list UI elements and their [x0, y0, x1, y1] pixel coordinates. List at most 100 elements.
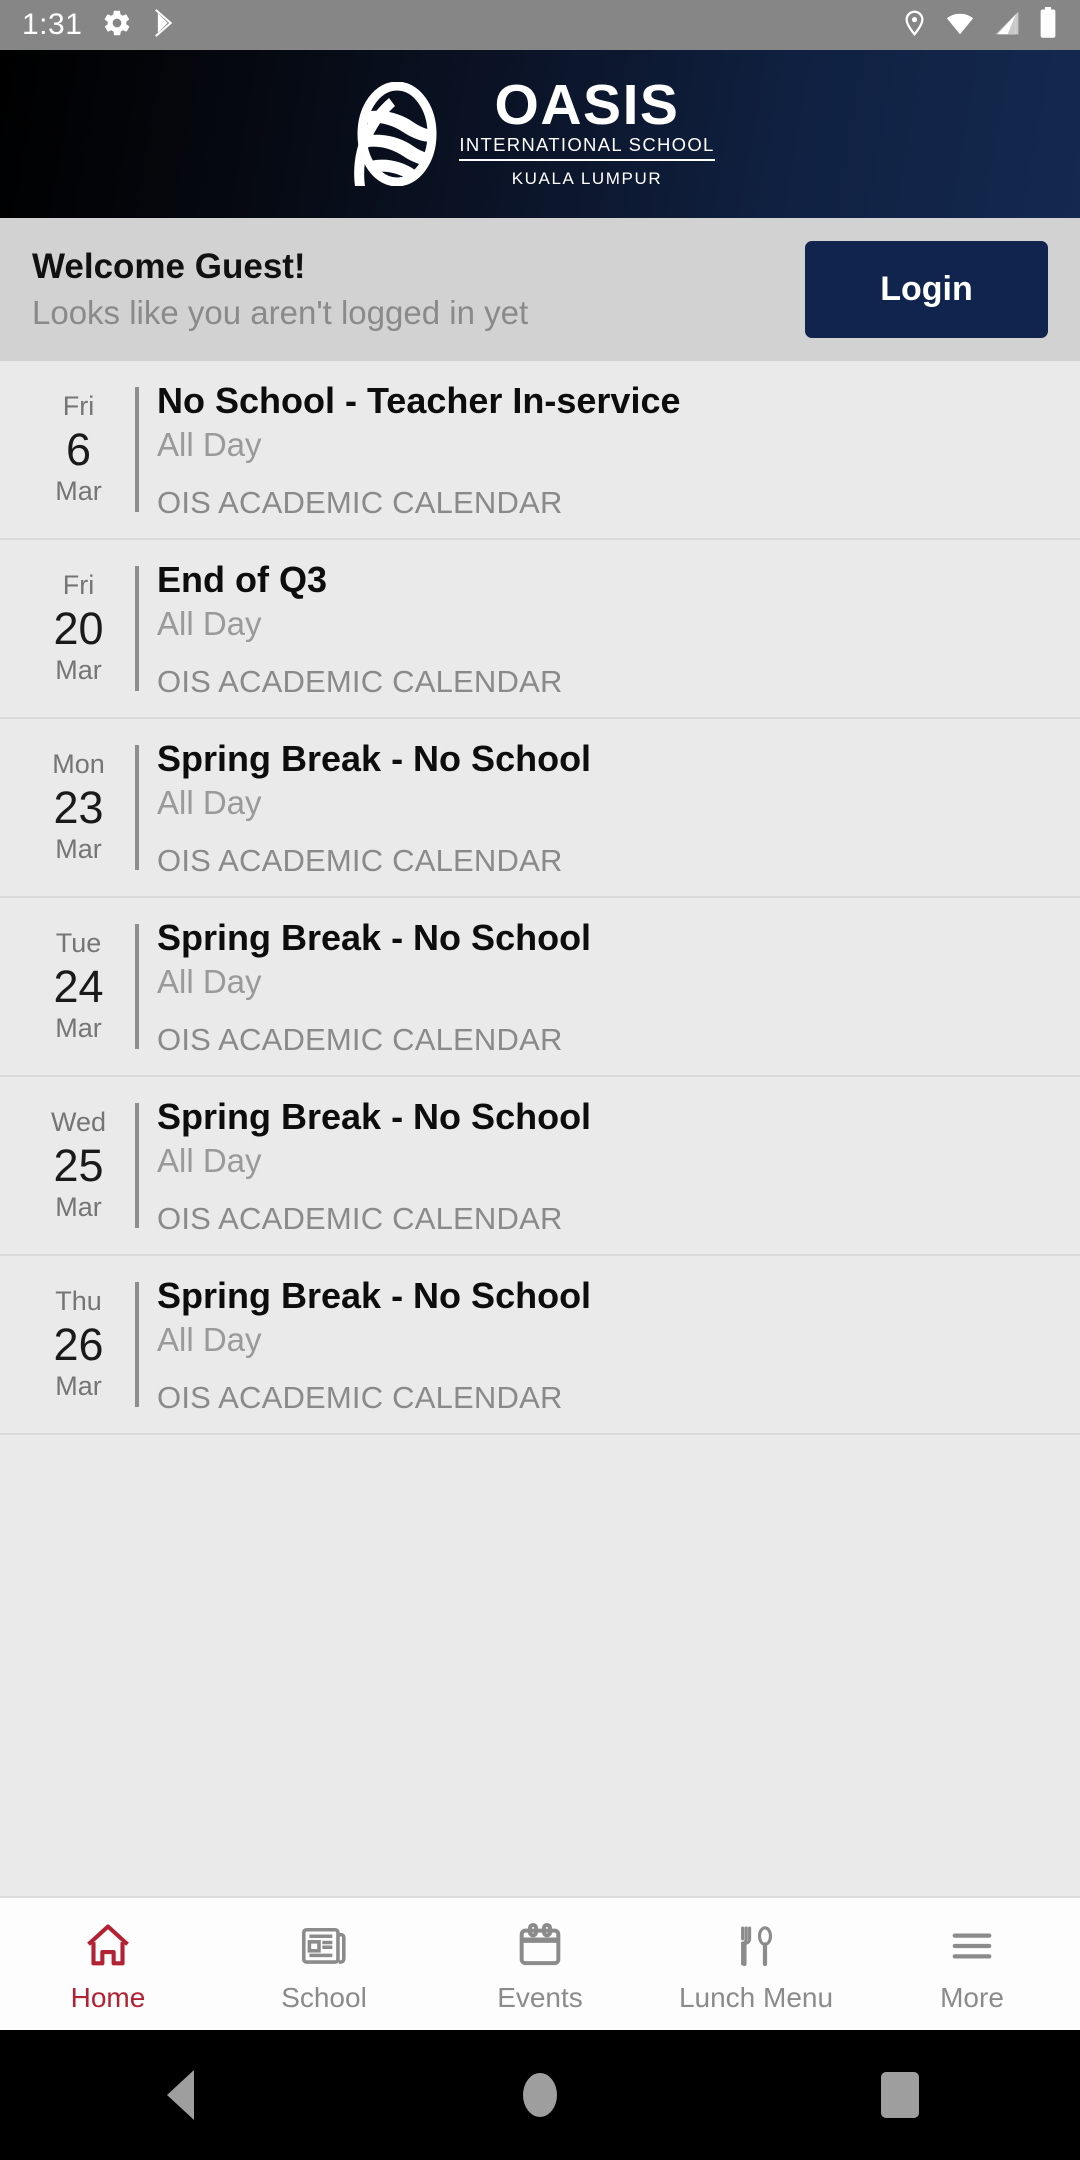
- android-recents-button[interactable]: [720, 2072, 1080, 2118]
- event-title: End of Q3: [157, 558, 327, 600]
- cutlery-icon: [734, 1917, 778, 1975]
- event-time: All Day: [157, 1320, 262, 1358]
- gear-icon: [102, 8, 132, 43]
- event-time: All Day: [157, 604, 262, 642]
- hamburger-icon: [944, 1917, 1000, 1975]
- event-day-number: 20: [53, 602, 104, 654]
- status-bar: 1:31: [0, 0, 1080, 50]
- event-date: Fri 6 Mar: [22, 361, 135, 538]
- event-time: All Day: [157, 425, 262, 463]
- event-day-of-week: Mon: [52, 748, 105, 779]
- event-month: Mar: [55, 1192, 102, 1223]
- welcome-text-group: Welcome Guest! Looks like you aren't log…: [32, 247, 528, 332]
- event-details: Spring Break - No School All Day OIS ACADE…: [139, 1256, 1058, 1433]
- event-calendar-name: OIS ACADEMIC CALENDAR: [157, 484, 563, 520]
- logo-subtitle: INTERNATIONAL SCHOOL: [459, 135, 715, 162]
- event-calendar-name: OIS ACADEMIC CALENDAR: [157, 663, 563, 699]
- welcome-bar: Welcome Guest! Looks like you aren't log…: [0, 218, 1080, 361]
- event-day-of-week: Thu: [55, 1285, 102, 1316]
- play-store-icon: [152, 8, 182, 43]
- welcome-subtitle: Looks like you aren't logged in yet: [32, 294, 529, 331]
- event-time: All Day: [157, 962, 262, 1000]
- home-circle-icon: [523, 2073, 557, 2117]
- event-row[interactable]: Tue 24 Mar Spring Break - No School All Day O…: [0, 898, 1080, 1077]
- school-logo-text: OASIS INTERNATIONAL SCHOOL KUALA LUMPUR: [459, 72, 715, 190]
- event-day-number: 23: [53, 781, 104, 833]
- event-calendar-name: OIS ACADEMIC CALENDAR: [157, 1021, 563, 1057]
- bottom-tab-bar[interactable]: Home School Events Lunch Menu More: [0, 1896, 1080, 2030]
- event-day-of-week: Tue: [55, 927, 102, 958]
- event-month: Mar: [55, 476, 102, 507]
- event-month: Mar: [55, 655, 102, 686]
- tab-label: Home: [70, 1981, 146, 2013]
- logo-city: KUALA LUMPUR: [511, 169, 663, 189]
- cell-signal-icon: [992, 8, 1022, 43]
- android-home-button[interactable]: [360, 2073, 720, 2117]
- event-day-of-week: Fri: [62, 390, 95, 421]
- event-date: Thu 26 Mar: [22, 1256, 135, 1433]
- event-details: Spring Break - No School All Day OIS ACADE…: [139, 719, 1058, 896]
- recents-square-icon: [881, 2072, 919, 2118]
- tab-label: Events: [497, 1981, 583, 2013]
- event-calendar-name: OIS ACADEMIC CALENDAR: [157, 842, 563, 878]
- event-day-of-week: Wed: [50, 1106, 107, 1137]
- event-row[interactable]: Fri 6 Mar No School - Teacher In-service All…: [0, 361, 1080, 540]
- app-screen: 1:31 OASIS INTERNATIONAL SCHOOL KUALA LU…: [0, 0, 1080, 2160]
- event-date: Mon 23 Mar: [22, 719, 135, 896]
- event-date: Fri 20 Mar: [22, 540, 135, 717]
- event-details: Spring Break - No School All Day OIS ACADE…: [139, 1077, 1058, 1254]
- event-time: All Day: [157, 1141, 262, 1179]
- wifi-icon: [944, 8, 976, 43]
- event-day-number: 25: [53, 1139, 104, 1191]
- event-details: Spring Break - No School All Day OIS ACADE…: [139, 898, 1058, 1075]
- event-title: Spring Break - No School: [157, 737, 592, 779]
- status-bar-clock: 1:31: [22, 8, 83, 41]
- logo-primary-name: OASIS: [494, 72, 680, 137]
- event-row[interactable]: Mon 23 Mar Spring Break - No School All Day O…: [0, 719, 1080, 898]
- welcome-title: Welcome Guest!: [32, 247, 306, 286]
- event-title: No School - Teacher In-service: [157, 379, 681, 421]
- tab-home[interactable]: Home: [0, 1898, 216, 2030]
- event-day-number: 6: [65, 423, 92, 475]
- event-title: Spring Break - No School: [157, 916, 592, 958]
- tab-label: Lunch Menu: [678, 1981, 834, 2013]
- event-title: Spring Break - No School: [157, 1095, 592, 1137]
- event-row[interactable]: Fri 20 Mar End of Q3 All Day OIS ACADEMIC CAL…: [0, 540, 1080, 719]
- status-bar-right: [901, 6, 1058, 44]
- app-header: OASIS INTERNATIONAL SCHOOL KUALA LUMPUR: [0, 50, 1080, 218]
- event-month: Mar: [55, 834, 102, 865]
- event-date: Tue 24 Mar: [22, 898, 135, 1075]
- android-navigation-bar: [0, 2030, 1080, 2160]
- event-time: All Day: [157, 783, 262, 821]
- tab-more[interactable]: More: [864, 1898, 1080, 2030]
- status-bar-left: 1:31: [22, 8, 182, 43]
- location-pin-icon: [901, 8, 928, 43]
- event-calendar-name: OIS ACADEMIC CALENDAR: [157, 1379, 563, 1415]
- calendar-icon: [515, 1917, 565, 1975]
- event-month: Mar: [55, 1013, 102, 1044]
- event-day-number: 24: [53, 960, 104, 1012]
- event-list[interactable]: Fri 6 Mar No School - Teacher In-service All…: [0, 361, 1080, 1896]
- tab-label: More: [940, 1981, 1004, 2013]
- event-month: Mar: [55, 1371, 102, 1402]
- tab-label: School: [281, 1981, 367, 2013]
- home-icon: [80, 1917, 136, 1975]
- tab-events[interactable]: Events: [432, 1898, 648, 2030]
- newspaper-icon: [297, 1917, 351, 1975]
- event-details: End of Q3 All Day OIS ACADEMIC CALENDAR: [139, 540, 1058, 717]
- school-logo: OASIS INTERNATIONAL SCHOOL KUALA LUMPUR: [349, 72, 715, 190]
- event-row[interactable]: Wed 25 Mar Spring Break - No School All Day O…: [0, 1077, 1080, 1256]
- tab-school[interactable]: School: [216, 1898, 432, 2030]
- battery-icon: [1038, 6, 1058, 44]
- event-details: No School - Teacher In-service All Day OIS…: [139, 361, 1058, 538]
- android-back-button[interactable]: [0, 2070, 360, 2120]
- login-button[interactable]: Login: [805, 241, 1048, 338]
- event-title: Spring Break - No School: [157, 1274, 592, 1316]
- back-triangle-icon: [166, 2070, 194, 2120]
- tab-lunch-menu[interactable]: Lunch Menu: [648, 1898, 864, 2030]
- event-row[interactable]: Thu 26 Mar Spring Break - No School All Day O…: [0, 1256, 1080, 1435]
- oasis-wave-oval-logo-icon: [349, 81, 445, 187]
- event-date: Wed 25 Mar: [22, 1077, 135, 1254]
- event-day-of-week: Fri: [62, 569, 95, 600]
- event-day-number: 26: [53, 1318, 104, 1370]
